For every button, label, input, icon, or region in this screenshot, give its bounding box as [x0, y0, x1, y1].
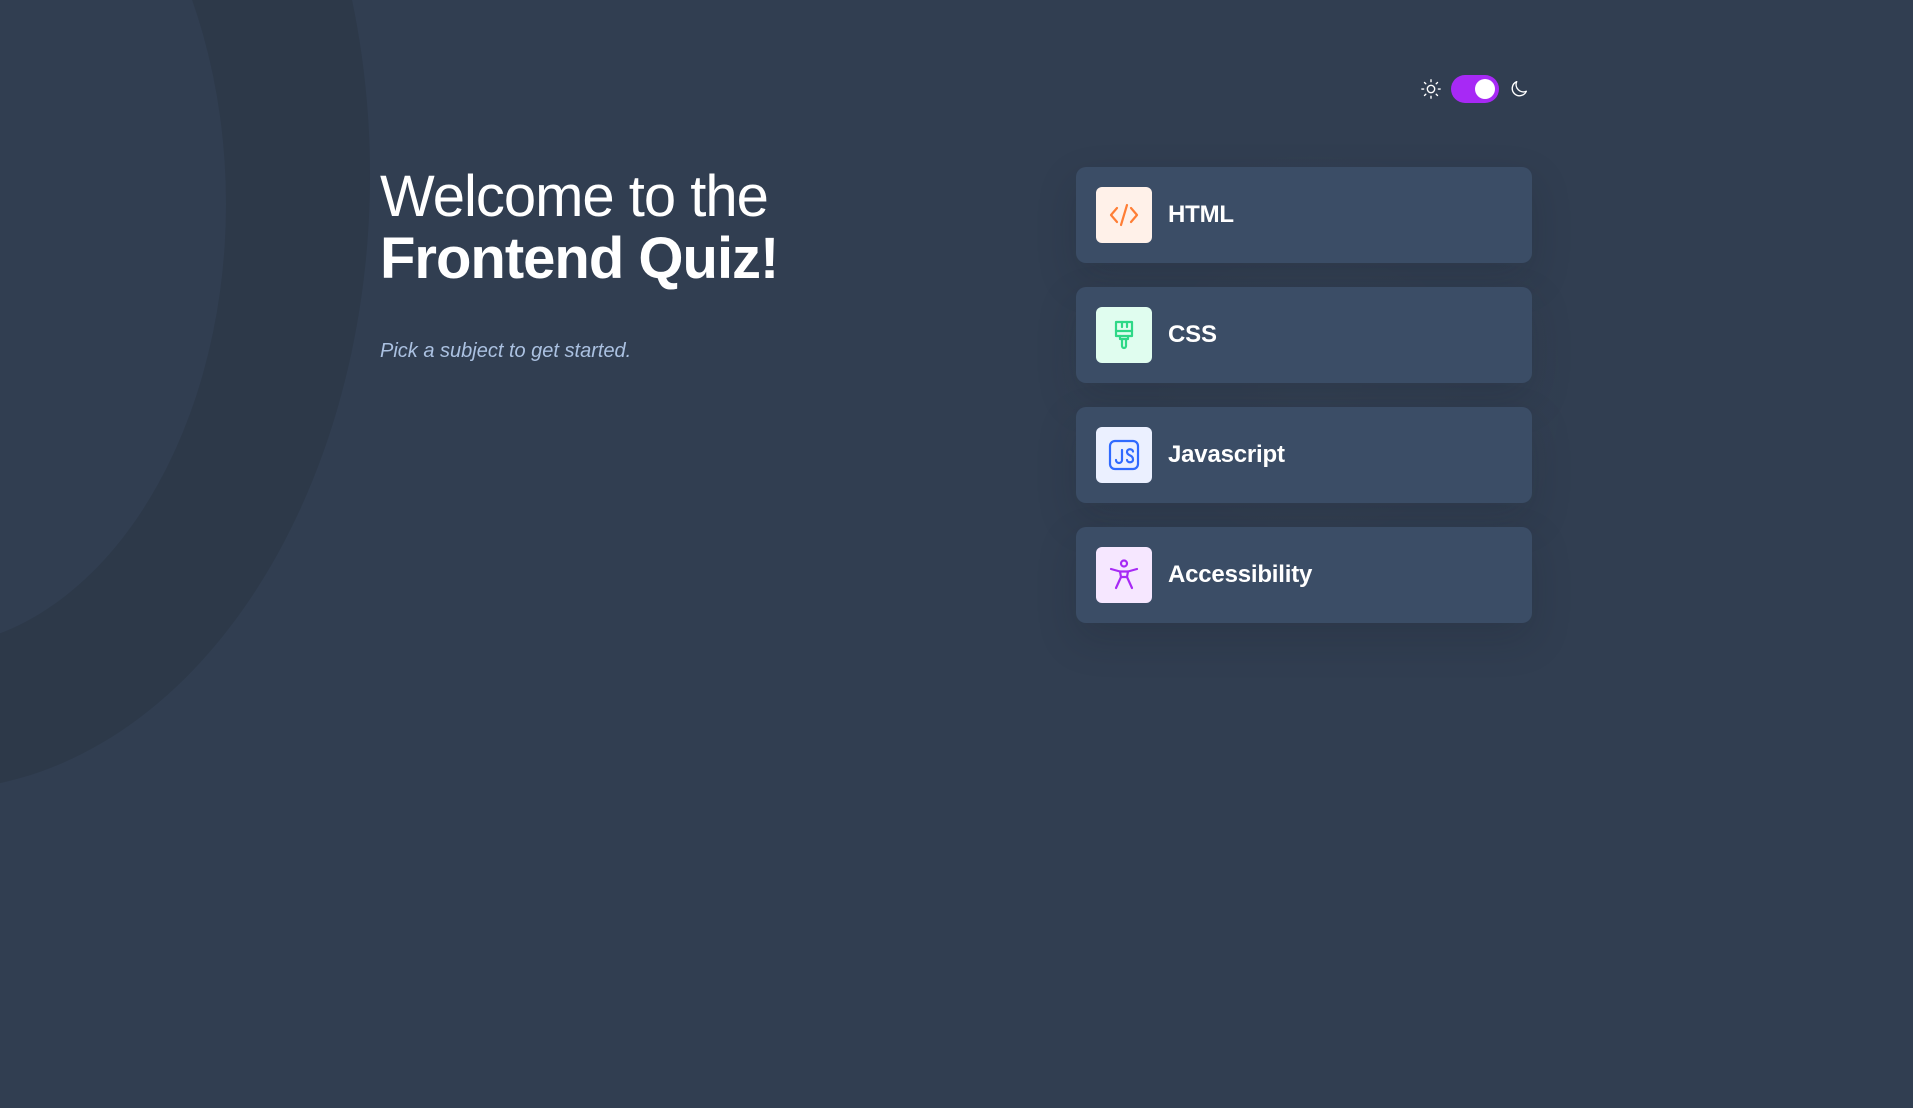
subject-label-css: CSS	[1168, 321, 1217, 348]
subject-label-javascript: Javascript	[1168, 441, 1285, 468]
subtitle: Pick a subject to get started.	[380, 340, 632, 362]
page-title: Welcome to the Frontend Quiz!	[380, 166, 940, 290]
accessibility-icon	[1096, 547, 1152, 603]
moon-icon	[1511, 80, 1528, 97]
sun-icon	[1421, 79, 1441, 99]
subject-button-javascript[interactable]: Javascript	[1076, 407, 1532, 503]
subject-button-html[interactable]: HTML	[1076, 167, 1532, 263]
subject-list: HTML CSS Javascript Accessibility	[1076, 167, 1532, 623]
html-code-icon	[1096, 187, 1152, 243]
subject-button-accessibility[interactable]: Accessibility	[1076, 527, 1532, 623]
theme-switch-knob	[1475, 79, 1495, 99]
title-line-welcome: Welcome to the	[380, 164, 769, 229]
javascript-icon	[1096, 427, 1152, 483]
subject-label-html: HTML	[1168, 201, 1234, 228]
subject-label-accessibility: Accessibility	[1168, 561, 1313, 588]
intro-section: Welcome to the Frontend Quiz! Pick a sub…	[380, 166, 940, 364]
theme-toggle	[1420, 75, 1530, 103]
theme-switch[interactable]	[1451, 75, 1499, 103]
subject-button-css[interactable]: CSS	[1076, 287, 1532, 383]
css-brush-icon	[1096, 307, 1152, 363]
quiz-start-page: Welcome to the Frontend Quiz! Pick a sub…	[0, 0, 1913, 1108]
title-line-quiz: Frontend Quiz!	[380, 226, 779, 291]
